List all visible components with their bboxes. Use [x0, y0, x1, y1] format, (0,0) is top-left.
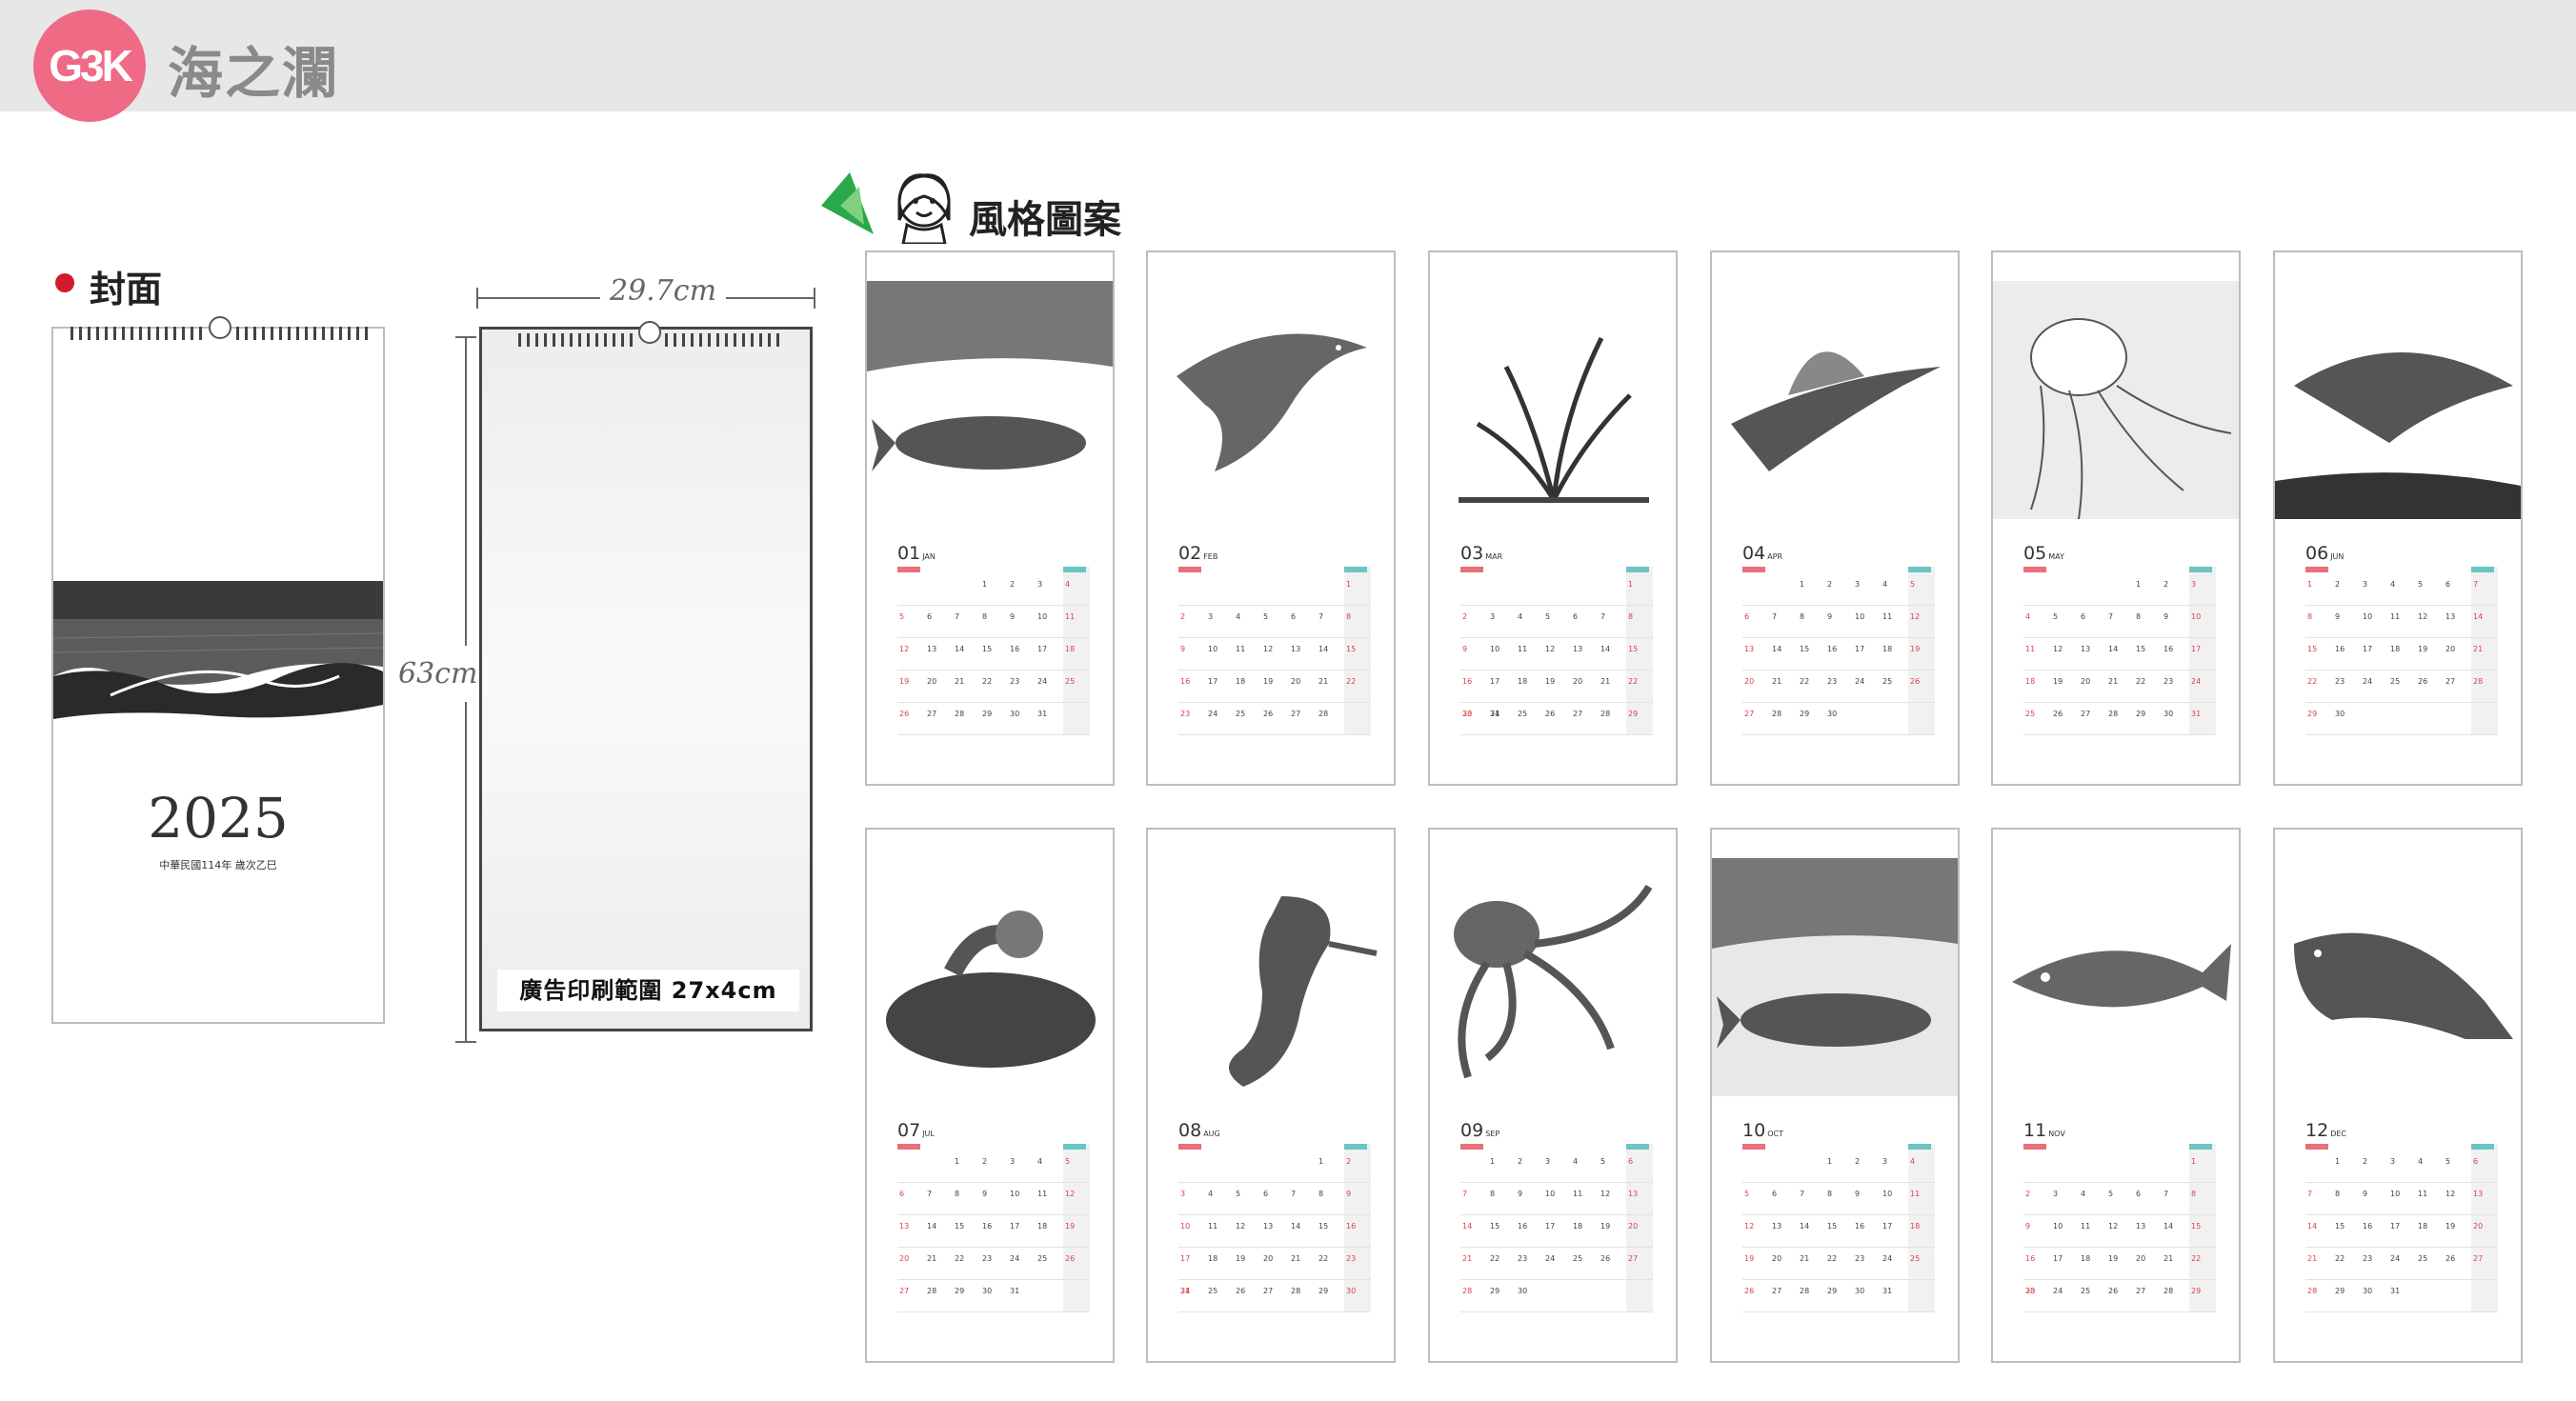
- month-number: 09: [1460, 1120, 1484, 1141]
- height-label: 63cm: [398, 646, 478, 702]
- month-card-sep: 09 SEP 1 2 3 4 5 6 7 8 9 10 11 12 13 14 15 16 17 18 19 20 21 22…: [1428, 828, 1678, 1363]
- month-card-oct: 10 OCT 1 2 3 4 5 6 7 8 9 10 11 12 13 14 15 16 17 18 19 20 21 22…: [1710, 828, 1960, 1363]
- month-card-jun: 06 JUN 1 2 3 4 5 6 7 8 9 10 11 12 13 14 15 16 17 18 19 20 21 22…: [2273, 250, 2523, 786]
- cover-label: 封面: [90, 269, 163, 310]
- octopus-illustration: [1430, 858, 1676, 1096]
- month-english: APR: [1767, 552, 1783, 561]
- binding-right: [665, 333, 784, 347]
- girl-mascot-icon: [821, 172, 951, 244]
- month-number: 05: [2023, 543, 2047, 564]
- month-number: 10: [1742, 1120, 1766, 1141]
- month-english: AUG: [1203, 1130, 1220, 1138]
- month-number: 02: [1178, 543, 1202, 564]
- seaweed-illustration: [1430, 281, 1676, 519]
- month-english: NOV: [2048, 1130, 2065, 1138]
- hanger-ring-icon: [209, 316, 231, 339]
- month-heading: 08 AUG: [1178, 1120, 1220, 1141]
- style-label: 風格圖案: [969, 198, 1121, 242]
- month-grid: 1 2 3 4 5 6 7 8 9 10 11 12 13 14 15 16 17 18 19 20 21 22 23 24 2…: [897, 567, 1090, 735]
- seahorse-illustration: [1148, 858, 1394, 1096]
- month-grid: 1 2 3 4 5 6 7 8 9 10 11 12 13 14 15 16 17 18 19 20 21 22 23 24 2…: [1178, 567, 1371, 735]
- sailfish-illustration: [1712, 281, 1958, 519]
- month-grid: 1 2 3 4 5 6 7 8 9 10 11 12 13 14 15 16 17 18 19 20 21 22 23 24 2…: [1742, 1144, 1935, 1312]
- month-heading: 12 DEC: [2305, 1120, 2346, 1141]
- month-heading: 09 SEP: [1460, 1120, 1499, 1141]
- month-english: MAR: [1485, 552, 1503, 561]
- binding-left: [70, 327, 204, 340]
- month-english: FEB: [1203, 552, 1218, 561]
- month-number: 07: [897, 1120, 921, 1141]
- month-heading: 01 JAN: [897, 543, 936, 564]
- month-card-nov: 11 NOV 1 2 3 4 5 6 7 8 9 10 11 12 13 14 15 16 17 18 19 20 21 22…: [1991, 828, 2241, 1363]
- month-english: MAY: [2048, 552, 2064, 561]
- whale-illustration: [1712, 858, 1958, 1096]
- coral-illustration: [867, 858, 1113, 1096]
- calendar-cover: 2025 中華民國114年 歲次乙巳: [51, 316, 385, 1024]
- month-grid: 1 2 3 4 5 6 7 8 9 10 11 12 13 14 15 16 17 18 19 20 21 22 23 24 2…: [1742, 567, 1935, 735]
- calendar-blank-template: 廣告印刷範圍 27x4cm: [479, 321, 813, 1031]
- month-heading: 05 MAY: [2023, 543, 2064, 564]
- binding-left: [518, 333, 637, 347]
- ad-print-area-label: 廣告印刷範圍 27x4cm: [497, 970, 799, 1011]
- month-english: DEC: [2330, 1130, 2346, 1138]
- cover-year: 2025: [148, 786, 289, 851]
- cover-sea-illustration: [53, 581, 383, 733]
- month-grid: 1 2 3 4 5 6 7 8 9 10 11 12 13 14 15 16 17 18 19 20 21 22 23 24 2…: [1178, 1144, 1371, 1312]
- month-english: OCT: [1767, 1130, 1783, 1138]
- month-english: JUN: [2330, 552, 2345, 561]
- binding-right: [236, 327, 370, 340]
- month-grid: 1 2 3 4 5 6 7 8 9 10 11 12 13 14 15 16 17 18 19 20 21 22 23 24 2…: [2305, 1144, 2498, 1312]
- month-heading: 06 JUN: [2305, 543, 2344, 564]
- month-grid: 1 2 3 4 5 6 7 8 9 10 11 12 13 14 15 16 17 18 19 20 21 22 23 24 2…: [1460, 1144, 1653, 1312]
- month-card-feb: 02 FEB 1 2 3 4 5 6 7 8 9 10 11 12 13 14 15 16 17 18 19 20 21 22…: [1146, 250, 1396, 786]
- month-card-apr: 04 APR 1 2 3 4 5 6 7 8 9 10 11 12 13 14 15 16 17 18 19 20 21 22…: [1710, 250, 1960, 786]
- jellyfish-illustration: [1993, 281, 2239, 519]
- month-heading: 11 NOV: [2023, 1120, 2065, 1141]
- month-number: 03: [1460, 543, 1484, 564]
- month-number: 11: [2023, 1120, 2047, 1141]
- brand-logo: G3K: [33, 10, 146, 122]
- month-number: 04: [1742, 543, 1766, 564]
- month-number: 01: [897, 543, 921, 564]
- hanger-ring-icon: [638, 321, 661, 344]
- month-number: 08: [1178, 1120, 1202, 1141]
- brand-title: 海之瀾: [168, 41, 340, 106]
- height-dimension: 63cm: [398, 336, 478, 1043]
- bullet-icon: [55, 273, 74, 292]
- header-bar: G3K 海之瀾: [0, 0, 2576, 122]
- whale-illustration: [867, 281, 1113, 519]
- salmon-illustration: [2275, 858, 2521, 1096]
- month-heading: 03 MAR: [1460, 543, 1502, 564]
- shark-illustration: [2275, 281, 2521, 519]
- width-label: 29.7cm: [600, 274, 727, 308]
- month-english: JAN: [922, 552, 936, 561]
- month-card-jul: 07 JUL 1 2 3 4 5 6 7 8 9 10 11 12 13 14 15 16 17 18 19 20 21 22…: [865, 828, 1115, 1363]
- month-card-aug: 08 AUG 1 2 3 4 5 6 7 8 9 10 11 12 13 14 15 16 17 18 19 20 21 22…: [1146, 828, 1396, 1363]
- month-heading: 02 FEB: [1178, 543, 1218, 564]
- month-heading: 07 JUL: [897, 1120, 935, 1141]
- month-grid: 1 2 3 4 5 6 7 8 9 10 11 12 13 14 15 16 17 18 19 20 21 22 23 24 2…: [2305, 567, 2498, 735]
- month-card-may: 05 MAY 1 2 3 4 5 6 7 8 9 10 11 12 13 14 15 16 17 18 19 20 21 22…: [1991, 250, 2241, 786]
- dolphin-illustration: [1148, 281, 1394, 519]
- month-number: 06: [2305, 543, 2329, 564]
- fish-illustration: [1993, 858, 2239, 1096]
- width-dimension: 29.7cm: [476, 274, 815, 309]
- cover-subtitle: 中華民國114年 歲次乙巳: [159, 859, 277, 871]
- month-grid: 1 2 3 4 5 6 7 8 9 10 11 12 13 14 15 16 17 18 19 20 21 22 23 24 2…: [897, 1144, 1090, 1312]
- month-grid: 1 2 3 4 5 6 7 8 9 10 11 12 13 14 15 16 17 18 19 20 21 22 23 24 2…: [2023, 1144, 2216, 1312]
- month-card-mar: 03 MAR 1 2 3 4 5 6 7 8 9 10 11 12 13 14 15 16 17 18 19 20 21 22…: [1428, 250, 1678, 786]
- month-card-jan: 01 JAN 1 2 3 4 5 6 7 8 9 10 11 12 13 14 15 16 17 18 19 20 21 22…: [865, 250, 1115, 786]
- style-header: 風格圖案: [821, 168, 1221, 244]
- month-english: SEP: [1485, 1130, 1500, 1138]
- month-english: JUL: [922, 1130, 935, 1138]
- month-heading: 10 OCT: [1742, 1120, 1783, 1141]
- month-grid: 1 2 3 4 5 6 7 8 9 10 11 12 13 14 15 16 17 18 19 20 21 22 23 24 2…: [1460, 567, 1653, 735]
- month-grid: 1 2 3 4 5 6 7 8 9 10 11 12 13 14 15 16 17 18 19 20 21 22 23 24 2…: [2023, 567, 2216, 735]
- month-heading: 04 APR: [1742, 543, 1782, 564]
- month-number: 12: [2305, 1120, 2329, 1141]
- month-card-dec: 12 DEC 1 2 3 4 5 6 7 8 9 10 11 12 13 14 15 16 17 18 19 20 21 22…: [2273, 828, 2523, 1363]
